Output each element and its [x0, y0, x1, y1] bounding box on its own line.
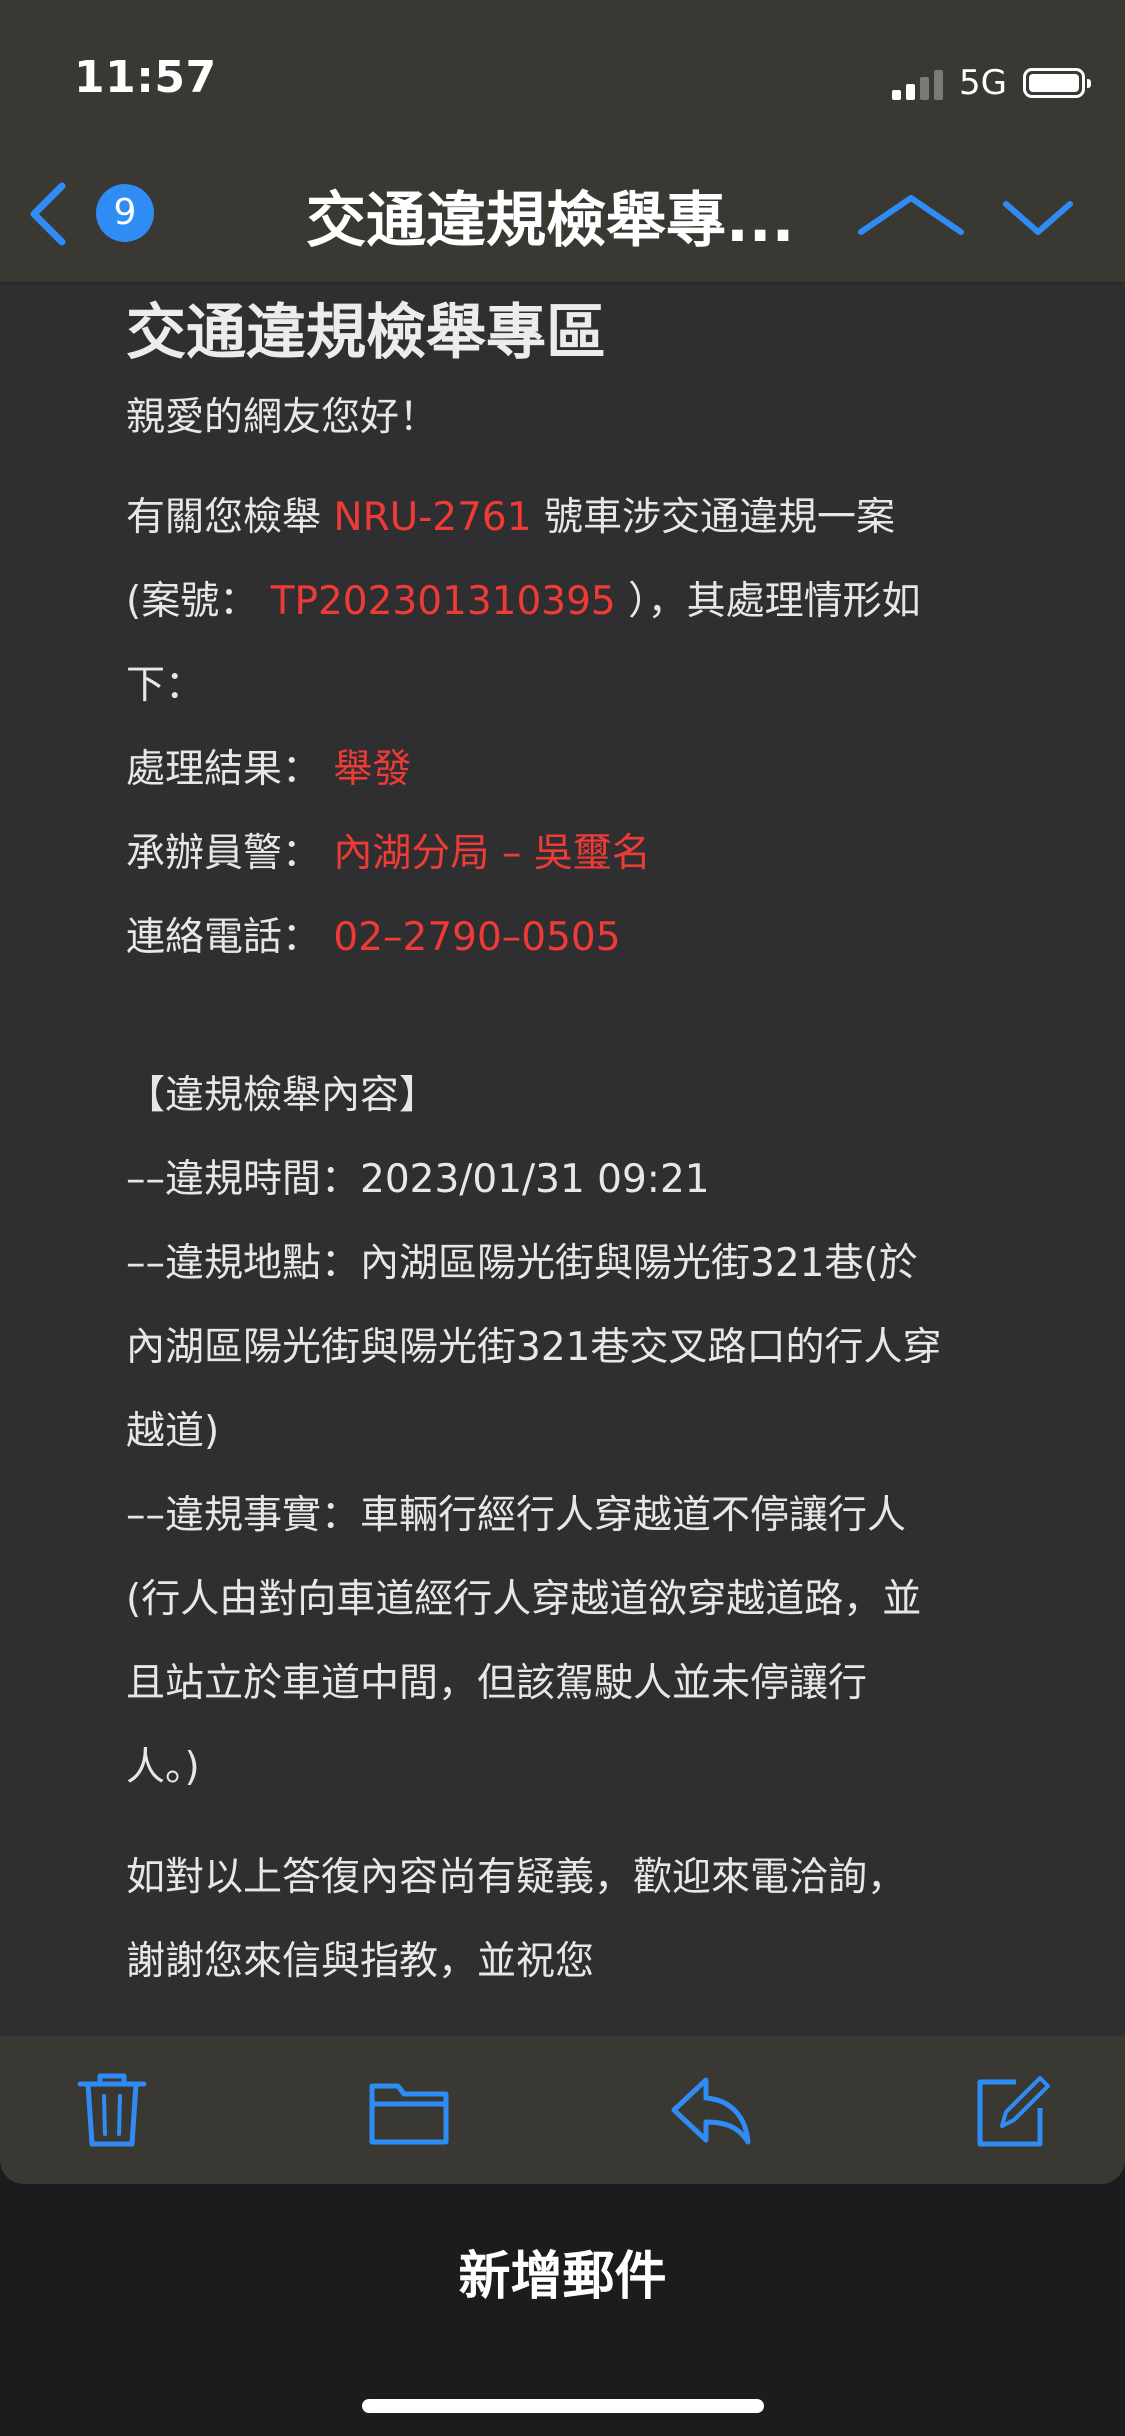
officer-label: 承辦員警：: [126, 831, 322, 876]
phone-value[interactable]: 02–2790–0505: [333, 915, 620, 960]
reply-icon: [671, 2077, 751, 2145]
header: 11:57 5G 9 交通違規檢舉專...: [0, 0, 1125, 282]
network-type: 5G: [959, 63, 1007, 103]
detail-line: ––違規地點：內湖區陽光街與陽光街321巷(於: [126, 1241, 918, 1286]
intro-text: 有關您檢舉: [126, 495, 334, 540]
greeting: 親愛的網友您好！: [126, 395, 439, 440]
detail-line: 人。): [126, 1745, 200, 1790]
phone-label: 連絡電話：: [126, 915, 322, 960]
detail-line: 越道): [126, 1409, 220, 1454]
intro-line-3: 下：: [126, 663, 205, 708]
previous-message-button[interactable]: [853, 190, 969, 250]
chevron-down-icon: [1003, 201, 1073, 235]
phone-row: 連絡電話： 02–2790–0505: [126, 896, 1026, 980]
move-to-folder-button[interactable]: [366, 2068, 452, 2152]
result-value: 舉發: [333, 747, 412, 792]
message-heading: 交通違規檢舉專區: [126, 298, 606, 368]
plate-number: NRU-2761: [333, 495, 532, 540]
new-message-title[interactable]: 新增郵件: [0, 2234, 1125, 2309]
reply-button[interactable]: [668, 2068, 752, 2152]
intro-text: ），其處理情形如: [628, 579, 921, 624]
page-title: 交通違規檢舉專...: [306, 186, 795, 256]
intro-line-2: (案號： TP202301310395 ），其處理情形如: [126, 560, 1026, 644]
battery-icon: [1023, 68, 1091, 98]
unread-count-badge: 9: [96, 184, 154, 242]
officer-row: 承辦員警： 內湖分局 – 吳璽名: [126, 812, 1026, 896]
compose-icon: [977, 2076, 1050, 2147]
result-label: 處理結果：: [126, 747, 322, 792]
home-indicator[interactable]: [362, 2399, 764, 2413]
intro-line-1: 有關您檢舉 NRU-2761 號車涉交通違規一案: [126, 476, 1026, 560]
delete-button[interactable]: [72, 2068, 152, 2152]
detail-line: (行人由對向車道經行人穿越道欲穿越道路，並: [126, 1577, 922, 1622]
next-message-button[interactable]: [1000, 190, 1076, 250]
detail-line: ––違規事實：車輛行經行人穿越道不停讓行人: [126, 1493, 907, 1538]
closing-line: 如對以上答復內容尚有疑義，歡迎來電洽詢，: [126, 1855, 907, 1900]
message-toolbar: [0, 2036, 1125, 2184]
closing-line: 謝謝您來信與指教，並祝您: [126, 1939, 595, 1984]
intro-text: 號車涉交通違規一案: [531, 495, 895, 540]
section-title: 【違規檢舉內容】: [126, 1073, 439, 1118]
detail-line: 且站立於車道中間，但該駕駛人並未停讓行: [126, 1661, 868, 1706]
detail-line: ––違規時間：2023/01/31 09:21: [126, 1157, 710, 1202]
message-content: 交通違規檢舉專區 親愛的網友您好！ 有關您檢舉 NRU-2761 號車涉交通違規…: [126, 284, 1026, 2004]
chevron-left-icon: [30, 182, 66, 246]
back-button[interactable]: [22, 176, 82, 252]
detail-line: 內湖區陽光街與陽光街321巷交叉路口的行人穿: [126, 1325, 942, 1370]
folder-icon: [369, 2083, 449, 2145]
message-body[interactable]: 交通違規檢舉專區 親愛的網友您好！ 有關您檢舉 NRU-2761 號車涉交通違規…: [0, 284, 1125, 2036]
compose-button[interactable]: [972, 2068, 1052, 2152]
intro-text: (案號：: [126, 579, 259, 624]
status-indicators: 5G: [892, 58, 1091, 108]
trash-icon: [77, 2073, 147, 2147]
officer-value: 內湖分局 – 吳璽名: [333, 831, 651, 876]
case-number: TP202301310395: [270, 579, 616, 624]
signal-icon: [892, 66, 944, 100]
result-row: 處理結果： 舉發: [126, 728, 1026, 812]
chevron-up-icon: [858, 195, 964, 235]
status-time: 11:57: [74, 52, 217, 103]
